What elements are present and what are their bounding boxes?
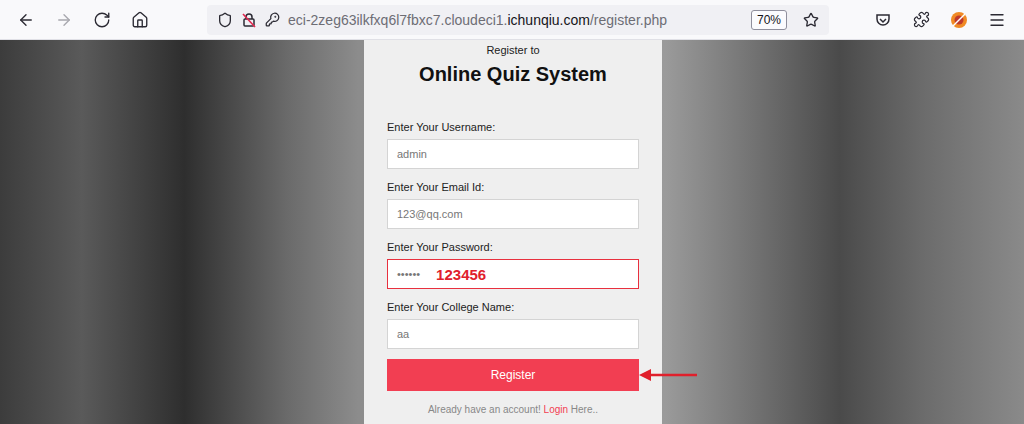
reload-icon[interactable] (84, 5, 120, 35)
field-label: Enter Your Email Id: (387, 180, 639, 194)
shield-icon[interactable] (217, 12, 233, 28)
form-field: Enter Your Username: admin (387, 120, 639, 169)
form-field: Enter Your Password: ••••••123456 (387, 240, 639, 289)
text-input[interactable]: ••••••123456 (387, 259, 639, 289)
title: Online Quiz System (387, 61, 639, 87)
footer-text: Already have an account! Login Here.. (387, 403, 639, 417)
key-icon[interactable] (265, 12, 280, 27)
text-input[interactable]: admin (387, 139, 639, 169)
red-arrow-icon (639, 368, 697, 382)
form-field: Enter Your Email Id: 123@qq.com (387, 180, 639, 229)
nav-group (0, 5, 207, 35)
text-input[interactable]: aa (387, 319, 639, 349)
url-text[interactable]: eci-2zeg63ilkfxq6l7fbxc7.cloudeci1.ichun… (288, 12, 743, 28)
browser-toolbar: eci-2zeg63ilkfxq6l7fbxc7.cloudeci1.ichun… (0, 0, 1024, 40)
address-bar[interactable]: eci-2zeg63ilkfxq6l7fbxc7.cloudeci1.ichun… (207, 5, 829, 35)
menu-icon[interactable] (979, 5, 1015, 35)
register-button[interactable]: Register (387, 359, 639, 391)
form-field: Enter Your College Name: aa (387, 300, 639, 349)
insecure-lock-icon[interactable] (241, 12, 257, 28)
toolbar-right (865, 5, 1017, 35)
text-input[interactable]: 123@qq.com (387, 199, 639, 229)
field-label: Enter Your Username: (387, 120, 639, 134)
back-icon[interactable] (8, 5, 44, 35)
field-label: Enter Your College Name: (387, 300, 639, 314)
login-link[interactable]: Login (544, 404, 568, 415)
field-label: Enter Your Password: (387, 240, 639, 254)
background-photo: Register to Online Quiz System Enter Your … (0, 40, 1024, 424)
register-panel: Register to Online Quiz System Enter Your … (364, 40, 662, 424)
button-row: Register (387, 359, 639, 391)
register-form: Enter Your Username: admin Enter Your Emai… (387, 120, 639, 349)
addon-icon[interactable] (941, 5, 977, 35)
home-icon[interactable] (122, 5, 158, 35)
page: eci-2zeg63ilkfxq6l7fbxc7.cloudeci1.ichun… (0, 0, 1024, 424)
pocket-icon[interactable] (865, 5, 901, 35)
forward-icon[interactable] (46, 5, 82, 35)
zoom-badge[interactable]: 70% (751, 10, 787, 30)
subtitle: Register to (387, 43, 639, 57)
annotation-text: 123456 (436, 266, 486, 283)
star-icon[interactable] (803, 12, 819, 28)
extensions-icon[interactable] (903, 5, 939, 35)
